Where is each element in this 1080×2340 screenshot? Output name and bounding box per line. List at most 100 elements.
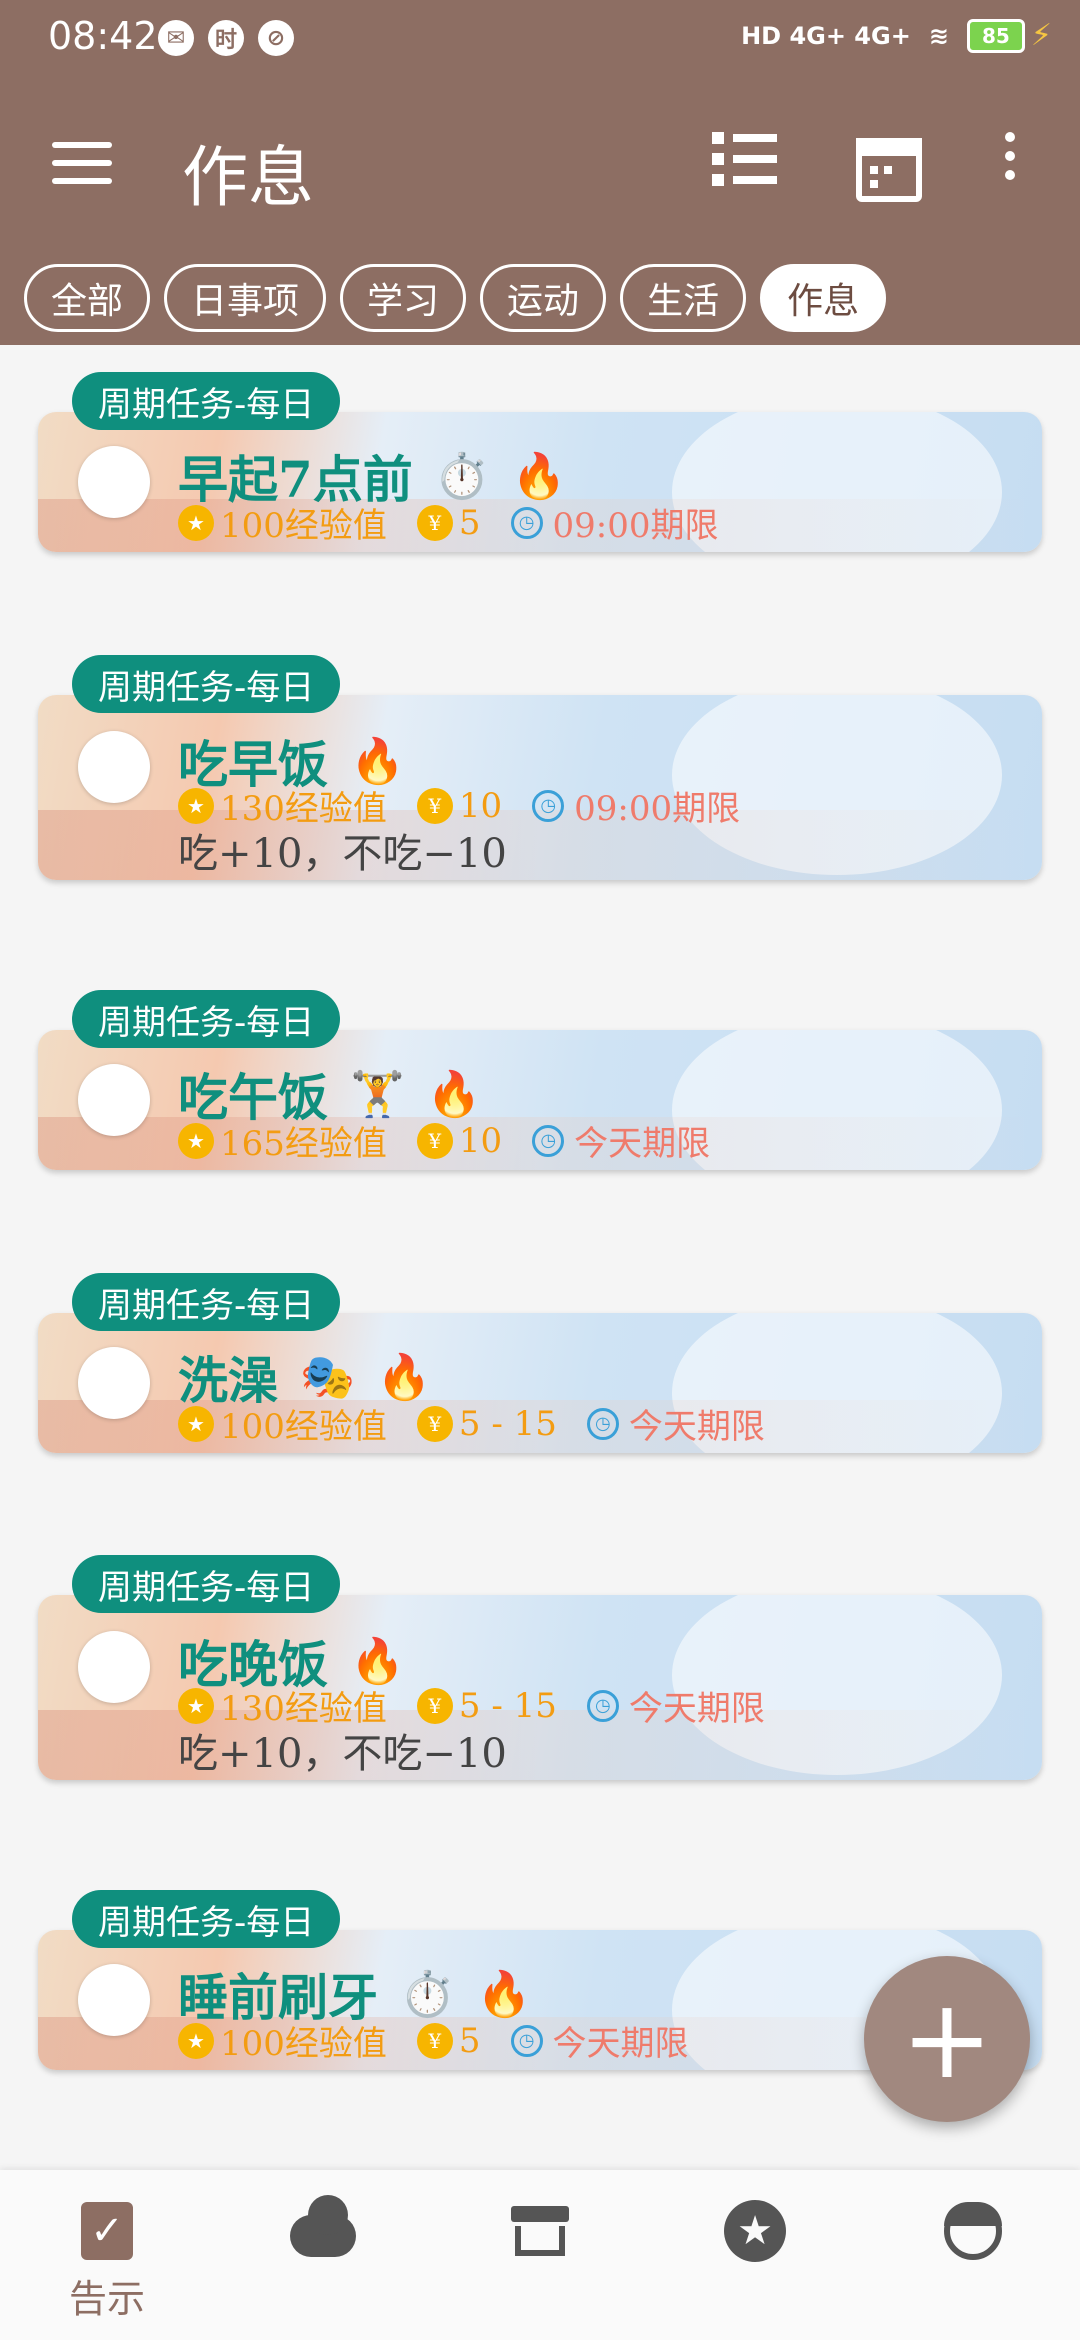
gold-value: 5 - 15 — [458, 1403, 557, 1444]
exp-star-icon: ★ — [178, 787, 214, 824]
task-type-tag: 周期任务-每日 — [72, 990, 341, 1048]
task-meta: ★ 165经验值 ¥ 10 ◷ 今天期限 — [178, 1116, 710, 1165]
time-app-icon: 时 — [208, 20, 244, 56]
clock-icon: ◷ — [510, 506, 543, 539]
gold-value: 5 — [458, 502, 481, 543]
status-time: 08:42 — [48, 14, 158, 58]
wechat-icon: ✉ — [158, 20, 194, 56]
exp-value: 165经验值 — [220, 1124, 387, 1164]
fire-icon: 🔥 — [350, 736, 405, 787]
app-bar: 作息 全部 日事项 学习 运动 生活 作息 — [0, 80, 1080, 345]
task-item[interactable]: 周期任务-每日 洗澡 🎭 🔥 ★ 100经验值 ¥ 5 - 15 ◷ 今天期限 — [38, 1273, 1042, 1483]
calendar-icon[interactable] — [856, 132, 926, 202]
gold-coin-icon: ¥ — [416, 787, 453, 824]
exp-star-icon: ★ — [178, 1405, 214, 1442]
task-type-tag: 周期任务-每日 — [72, 372, 341, 430]
stopwatch-icon: ⏱️ — [400, 1969, 455, 2020]
gold-coin-icon: ¥ — [416, 1122, 453, 1159]
star-icon: ★ — [724, 2200, 786, 2262]
task-meta: ★ 100经验值 ¥ 5 ◷ 今天期限 — [178, 2016, 689, 2065]
complete-checkbox[interactable] — [78, 1631, 150, 1703]
exp-value: 100经验值 — [220, 2024, 387, 2064]
charging-icon: ⚡ — [1030, 18, 1052, 53]
list-view-icon[interactable] — [712, 132, 782, 202]
task-note: 吃+10，不吃−10 — [178, 831, 507, 877]
exp-value: 100经验值 — [220, 1407, 387, 1447]
fire-icon: 🔥 — [350, 1636, 405, 1687]
task-type-tag: 周期任务-每日 — [72, 655, 341, 713]
exp-star-icon: ★ — [178, 1122, 214, 1159]
task-card[interactable]: 早起7点前 ⏱️ 🔥 ★ 100经验值 ¥ 5 ◷ 09:00期限 — [38, 412, 1042, 552]
task-item[interactable]: 周期任务-每日 早起7点前 ⏱️ 🔥 ★ 100经验值 ¥ 5 ◷ 09:00期… — [38, 372, 1042, 582]
clock-icon: ◷ — [510, 2024, 543, 2057]
complete-checkbox[interactable] — [78, 1347, 150, 1419]
network-indicator: HD 4G+ 4G+ — [741, 21, 911, 50]
complete-checkbox[interactable] — [78, 1064, 150, 1136]
nav-item-store[interactable] — [485, 2198, 595, 2264]
gold-coin-icon: ¥ — [416, 2022, 453, 2059]
chip-all[interactable]: 全部 — [24, 264, 151, 332]
deadline-text: 今天期限 — [574, 1124, 711, 1164]
fire-icon: 🔥 — [511, 451, 567, 502]
status-system-icons: HD 4G+ 4G+ ≋ 85 ⚡ — [741, 18, 1052, 53]
stopwatch-icon: ⏱️ — [434, 451, 490, 502]
deadline-text: 今天期限 — [628, 1689, 765, 1729]
gold-coin-icon: ¥ — [416, 1405, 453, 1442]
nav-item-achievements[interactable]: ★ — [700, 2198, 810, 2264]
cloud-icon — [290, 2195, 356, 2257]
status-notification-icons: ✉ 时 ⊘ — [158, 20, 294, 56]
task-type-tag: 周期任务-每日 — [72, 1890, 341, 1948]
chip-life[interactable]: 生活 — [620, 264, 747, 332]
fire-icon: 🔥 — [476, 1969, 532, 2020]
fire-icon: 🔥 — [426, 1069, 482, 1120]
battery-level: 85 — [966, 18, 1025, 53]
exp-star-icon: ★ — [178, 2022, 214, 2059]
battery-icon: 85 ⚡ — [966, 18, 1052, 53]
nav-item-profile[interactable] — [918, 2198, 1028, 2264]
store-icon — [511, 2206, 569, 2256]
task-card[interactable]: 吃晚饭 🔥 ★ 130经验值 ¥ 5 - 15 ◷ 今天期限 吃+10，不吃−1… — [38, 1595, 1042, 1780]
add-task-button[interactable]: + — [864, 1956, 1030, 2122]
task-meta: ★ 100经验值 ¥ 5 ◷ 09:00期限 — [178, 498, 719, 547]
complete-checkbox[interactable] — [78, 731, 150, 803]
task-item[interactable]: 周期任务-每日 吃午饭 🏋 🔥 ★ 165经验值 ¥ 10 ◷ 今天期限 — [38, 990, 1042, 1200]
task-item[interactable]: 周期任务-每日 吃早饭 🔥 ★ 130经验值 ¥ 10 ◷ 09:00期限 吃+… — [38, 655, 1042, 915]
gold-value: 10 — [458, 785, 503, 826]
wifi-icon: ≋ — [928, 21, 949, 50]
gold-value: 10 — [458, 1120, 503, 1161]
deadline-text: 今天期限 — [628, 1407, 765, 1447]
nav-item-notices[interactable]: ✓ 告示 — [52, 2198, 162, 2323]
exp-value: 100经验值 — [220, 506, 387, 546]
deadline-text: 今天期限 — [552, 2024, 689, 2064]
clock-icon: ◷ — [532, 1124, 565, 1157]
more-options-icon[interactable] — [990, 132, 1030, 202]
page-title: 作息 — [182, 139, 314, 216]
dumbbell-icon: 🏋 — [350, 1069, 405, 1120]
menu-icon[interactable] — [52, 142, 112, 190]
complete-checkbox[interactable] — [78, 1964, 150, 2036]
chip-daily-items[interactable]: 日事项 — [164, 264, 327, 332]
task-item[interactable]: 周期任务-每日 吃晚饭 🔥 ★ 130经验值 ¥ 5 - 15 ◷ 今天期限 吃… — [38, 1555, 1042, 1815]
gold-coin-icon: ¥ — [416, 504, 453, 541]
category-chips: 全部 日事项 学习 运动 生活 作息 — [24, 264, 887, 332]
task-card[interactable]: 吃午饭 🏋 🔥 ★ 165经验值 ¥ 10 ◷ 今天期限 — [38, 1030, 1042, 1170]
face-icon — [944, 2202, 1002, 2260]
chip-sports[interactable]: 运动 — [480, 264, 607, 332]
nav-item-cloud[interactable] — [268, 2195, 378, 2264]
chip-routine[interactable]: 作息 — [760, 264, 887, 332]
deadline-text: 09:00期限 — [552, 506, 719, 546]
chip-study[interactable]: 学习 — [340, 264, 467, 332]
exp-star-icon: ★ — [178, 504, 214, 541]
clock-icon: ◷ — [532, 789, 565, 822]
deadline-text: 09:00期限 — [574, 789, 741, 829]
mask-icon: 🎭 — [300, 1352, 355, 1403]
task-card[interactable]: 吃早饭 🔥 ★ 130经验值 ¥ 10 ◷ 09:00期限 吃+10，不吃−10 — [38, 695, 1042, 880]
clock-icon: ◷ — [586, 1689, 619, 1722]
task-card[interactable]: 洗澡 🎭 🔥 ★ 100经验值 ¥ 5 - 15 ◷ 今天期限 — [38, 1313, 1042, 1453]
complete-checkbox[interactable] — [78, 446, 150, 518]
nav-label-notices: 告示 — [68, 2277, 145, 2321]
task-meta: ★ 100经验值 ¥ 5 - 15 ◷ 今天期限 — [178, 1399, 765, 1448]
task-list: 周期任务-每日 早起7点前 ⏱️ 🔥 ★ 100经验值 ¥ 5 ◷ 09:00期… — [0, 345, 1080, 2170]
bottom-nav: ✓ 告示 ★ — [0, 2170, 1080, 2340]
task-type-tag: 周期任务-每日 — [72, 1555, 341, 1613]
